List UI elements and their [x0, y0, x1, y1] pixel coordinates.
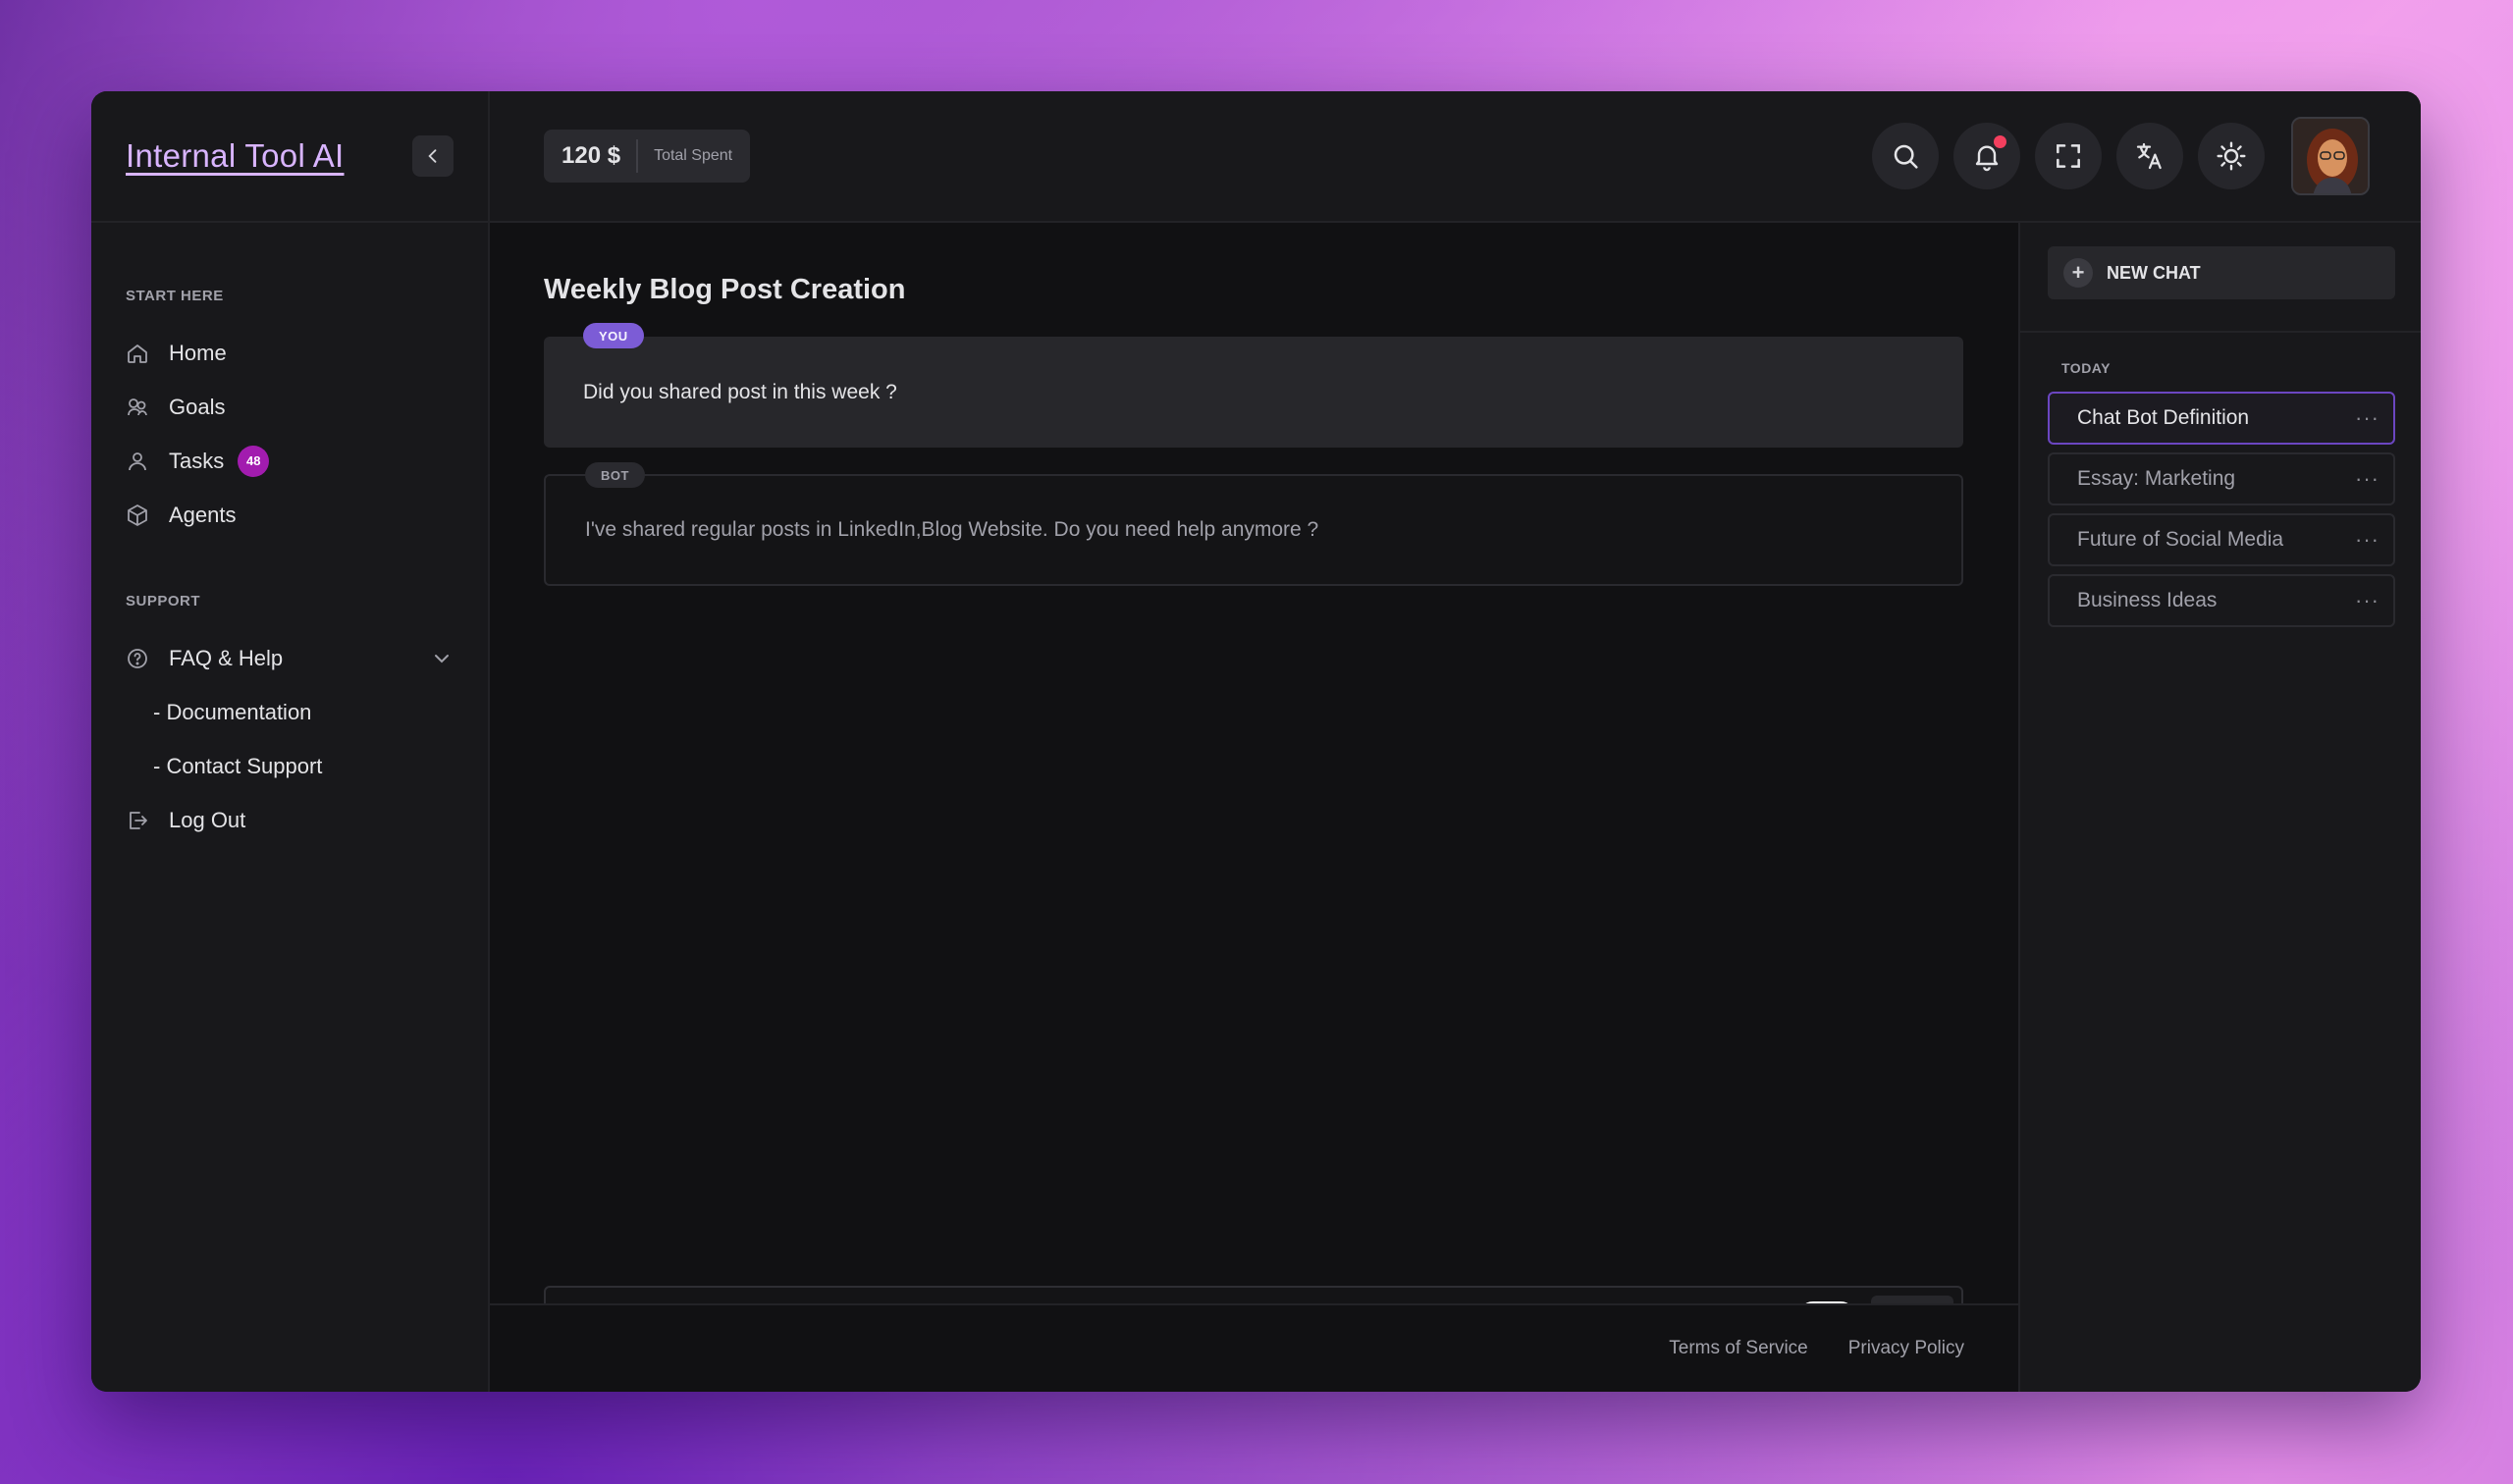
- help-circle-icon: [128, 648, 147, 668]
- user-avatar[interactable]: [2291, 117, 2370, 195]
- chat-history-item[interactable]: Future of Social Media ···: [2048, 513, 2395, 566]
- chat-history-title: Essay: Marketing: [2077, 467, 2236, 490]
- history-heading-today: TODAY: [2061, 360, 2111, 376]
- brand-row: Internal Tool AI: [91, 91, 488, 223]
- message-user: YOU Did you shared post in this week ?: [544, 323, 1963, 448]
- privacy-link[interactable]: Privacy Policy: [1848, 1338, 1964, 1359]
- search-button[interactable]: [1872, 123, 1939, 189]
- total-spent-value: 120 $: [561, 139, 639, 173]
- sidebar-item-label: Home: [169, 340, 227, 365]
- chat-history-item[interactable]: Chat Bot Definition ···: [2048, 392, 2395, 445]
- chat-history-list: Chat Bot Definition ··· Essay: Marketing…: [2020, 376, 2421, 627]
- sidebar-item-goals[interactable]: Goals: [126, 380, 454, 434]
- chevron-left-icon: [428, 149, 437, 163]
- chat-history-title: Business Ideas: [2077, 589, 2218, 611]
- avatar-image: [2293, 119, 2368, 193]
- cube-icon: [128, 504, 147, 526]
- chevron-down-icon[interactable]: [430, 647, 454, 670]
- notifications-button[interactable]: [1953, 123, 2020, 189]
- sidebar-item-logout[interactable]: Log Out: [126, 793, 454, 847]
- fullscreen-button[interactable]: [2035, 123, 2102, 189]
- message-bot: BOT I've shared regular posts in LinkedI…: [544, 462, 1963, 586]
- chat-history-title: Future of Social Media: [2077, 528, 2284, 551]
- message-text: I've shared regular posts in LinkedIn,Bl…: [585, 518, 1319, 541]
- sidebar-item-label: FAQ & Help: [169, 645, 284, 670]
- notification-dot: [1994, 135, 2006, 148]
- sun-icon: [2217, 141, 2246, 171]
- nav-start: START HERE Home Goals Tasks 48 Agents SU…: [91, 288, 488, 847]
- sidebar-item-label: Agents: [169, 502, 237, 527]
- more-options-icon[interactable]: ···: [2355, 466, 2379, 492]
- sidebar-item-label: Log Out: [169, 807, 246, 832]
- new-chat-button[interactable]: + NEW CHAT: [2048, 246, 2395, 299]
- nav-heading-support: SUPPORT: [126, 593, 201, 610]
- message-text: Did you shared post in this week ?: [583, 380, 897, 403]
- sidebar-subitem-contact-support[interactable]: - Contact Support: [126, 739, 454, 793]
- sidebar-subitem-documentation[interactable]: - Documentation: [126, 685, 454, 739]
- top-bar: 120 $ Total Spent: [490, 91, 2421, 223]
- terms-link[interactable]: Terms of Service: [1669, 1338, 1807, 1359]
- sidebar-item-home[interactable]: Home: [126, 326, 454, 380]
- more-options-icon[interactable]: ···: [2355, 405, 2379, 431]
- language-button[interactable]: [2116, 123, 2183, 189]
- new-chat-label: NEW CHAT: [2107, 262, 2201, 283]
- sidebar-item-tasks[interactable]: Tasks 48: [126, 434, 454, 488]
- sidebar-item-label: Tasks: [169, 448, 225, 473]
- tasks-count-badge: 48: [238, 445, 270, 477]
- sidebar-item-faq[interactable]: FAQ & Help: [126, 631, 454, 685]
- chat-history-item[interactable]: Essay: Marketing ···: [2048, 452, 2395, 505]
- more-options-icon[interactable]: ···: [2355, 527, 2379, 553]
- chat-history-panel: + NEW CHAT TODAY Chat Bot Definition ···…: [2018, 223, 2421, 1392]
- translate-icon: [2136, 142, 2162, 170]
- sidebar: Internal Tool AI START HERE Home Goals T…: [91, 91, 490, 1392]
- nav-heading-start: START HERE: [126, 288, 224, 304]
- chat-main: Weekly Blog Post Creation YOU Did you sh…: [490, 223, 2077, 1392]
- footer: Terms of Service Privacy Policy: [490, 1303, 2018, 1392]
- fullscreen-icon: [2057, 144, 2080, 168]
- search-icon: [1894, 144, 1918, 169]
- plus-icon: +: [2063, 258, 2093, 288]
- top-actions: [1872, 117, 2370, 195]
- goals-icon: [128, 398, 147, 415]
- total-spent-label: Total Spent: [654, 147, 733, 164]
- sidebar-item-agents[interactable]: Agents: [126, 488, 454, 542]
- total-spent-widget: 120 $ Total Spent: [544, 130, 751, 183]
- chat-history-item[interactable]: Business Ideas ···: [2048, 574, 2395, 627]
- more-options-icon[interactable]: ···: [2355, 588, 2379, 613]
- theme-toggle-button[interactable]: [2198, 123, 2265, 189]
- chat-title: Weekly Blog Post Creation: [544, 274, 906, 305]
- home-icon: [128, 344, 147, 363]
- new-chat-wrap: + NEW CHAT: [2020, 223, 2421, 333]
- app-window: Internal Tool AI START HERE Home Goals T…: [91, 91, 2421, 1392]
- logout-icon: [130, 811, 147, 829]
- sidebar-item-label: Goals: [169, 394, 226, 419]
- brand-link[interactable]: Internal Tool AI: [126, 137, 412, 175]
- collapse-sidebar-button[interactable]: [412, 135, 454, 177]
- chat-history-title: Chat Bot Definition: [2077, 406, 2250, 429]
- user-icon: [129, 451, 146, 470]
